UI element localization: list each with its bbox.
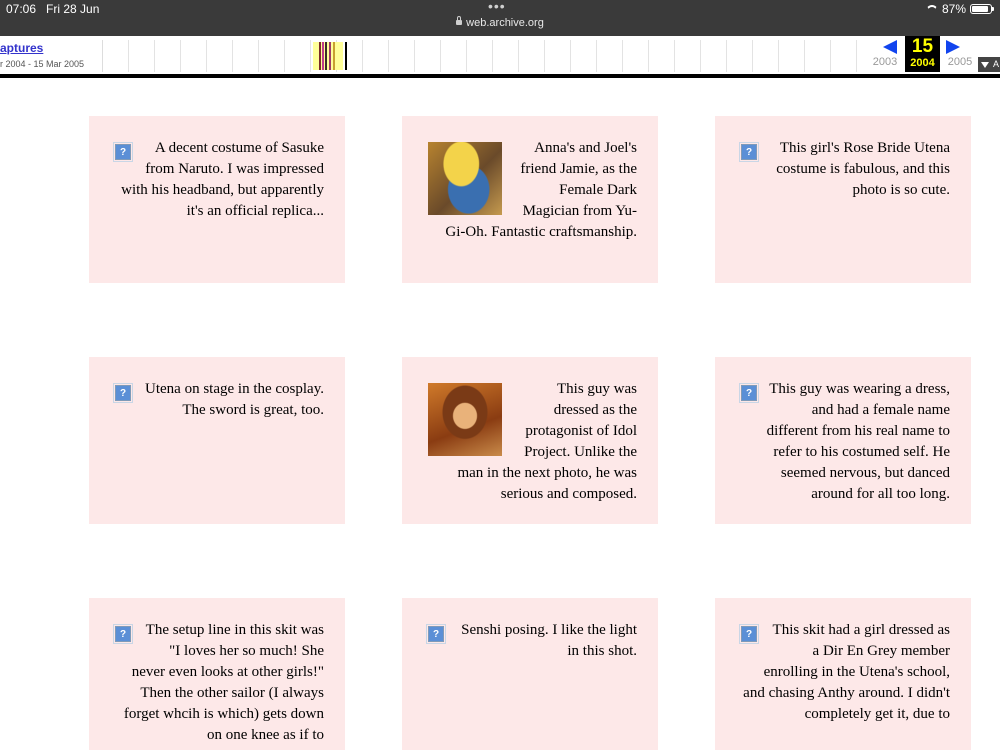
status-bar: 07:06 Fri 28 Jun ••• web.archive.org 87% [0, 0, 1000, 36]
sparkline-highlight [313, 42, 343, 70]
year-prev[interactable]: 2003 [870, 56, 900, 68]
photo-thumbnail[interactable] [428, 383, 502, 456]
year-current: 15 2004 [905, 36, 940, 72]
battery-fill [972, 6, 988, 12]
photo-card: Anna's and Joel's friend Jamie, as the F… [402, 116, 658, 283]
current-year: 2004 [910, 57, 935, 69]
broken-image-icon[interactable]: ? [426, 624, 446, 644]
capture-sparkline[interactable] [102, 40, 869, 72]
wifi-icon [926, 5, 938, 14]
card-caption: This guy was wearing a dress, and had a … [766, 381, 950, 502]
battery-percent: 87% [941, 2, 966, 16]
card-caption: Senshi posing. I like the light in this … [461, 622, 637, 659]
photo-card: ? This guy was wearing a dress, and had … [715, 357, 971, 524]
about-label: A [993, 59, 1000, 69]
multitask-dots-icon[interactable]: ••• [488, 0, 506, 14]
photo-thumbnail[interactable] [428, 142, 502, 215]
photo-card: ? Senshi posing. I like the light in thi… [402, 598, 658, 750]
battery-icon [970, 4, 994, 14]
card-caption: This girl's Rose Bride Utena costume is … [776, 140, 950, 198]
photo-card: ? A decent costume of Sasuke from Naruto… [89, 116, 345, 283]
next-arrow-icon[interactable] [946, 40, 960, 54]
sparkline-bar [345, 42, 347, 70]
status-time: 07:06 [6, 2, 37, 16]
prev-arrow-icon[interactable] [883, 40, 897, 54]
sparkline-bar [329, 42, 331, 70]
broken-image-icon[interactable]: ? [739, 624, 759, 644]
status-right: 87% [926, 2, 994, 16]
photo-card: ? This skit had a girl dressed as a Dir … [715, 598, 971, 750]
status-time-date: 07:06 Fri 28 Jun [6, 2, 99, 16]
sparkline-bar [333, 42, 335, 70]
triangle-down-icon [981, 62, 989, 68]
card-caption: Utena on stage in the cosplay. The sword… [145, 381, 324, 418]
current-day: 15 [911, 36, 934, 57]
photo-card: ? The setup line in this skit was "I lov… [89, 598, 345, 750]
broken-image-icon[interactable]: ? [739, 383, 759, 403]
year-next[interactable]: 2005 [944, 56, 976, 68]
captures-range: r 2004 - 15 Mar 2005 [0, 59, 85, 69]
card-caption: This skit had a girl dressed as a Dir En… [743, 622, 950, 722]
broken-image-icon[interactable]: ? [739, 142, 759, 162]
broken-image-icon[interactable]: ? [113, 624, 133, 644]
photo-card: This guy was dressed as the protagonist … [402, 357, 658, 524]
card-caption: A decent costume of Sasuke from Naruto. … [121, 140, 324, 219]
photo-card: ? Utena on stage in the cosplay. The swo… [89, 357, 345, 524]
address-bar[interactable]: web.archive.org [0, 16, 1000, 29]
about-tab[interactable]: A [978, 57, 1000, 72]
wayback-toolbar: aptures r 2004 - 15 Mar 2005 2003 15 200… [0, 36, 1000, 78]
status-date: Fri 28 Jun [46, 2, 100, 16]
card-caption: The setup line in this skit was "I loves… [123, 622, 324, 743]
url-text: web.archive.org [466, 17, 544, 29]
captures-link[interactable]: aptures [0, 41, 43, 55]
lock-icon [456, 16, 463, 25]
broken-image-icon[interactable]: ? [113, 142, 133, 162]
sparkline-bar [319, 42, 321, 70]
photo-card: ? This girl's Rose Bride Utena costume i… [715, 116, 971, 283]
broken-image-icon[interactable]: ? [113, 383, 133, 403]
sparkline-bar [322, 42, 324, 70]
sparkline-bar [325, 42, 327, 70]
